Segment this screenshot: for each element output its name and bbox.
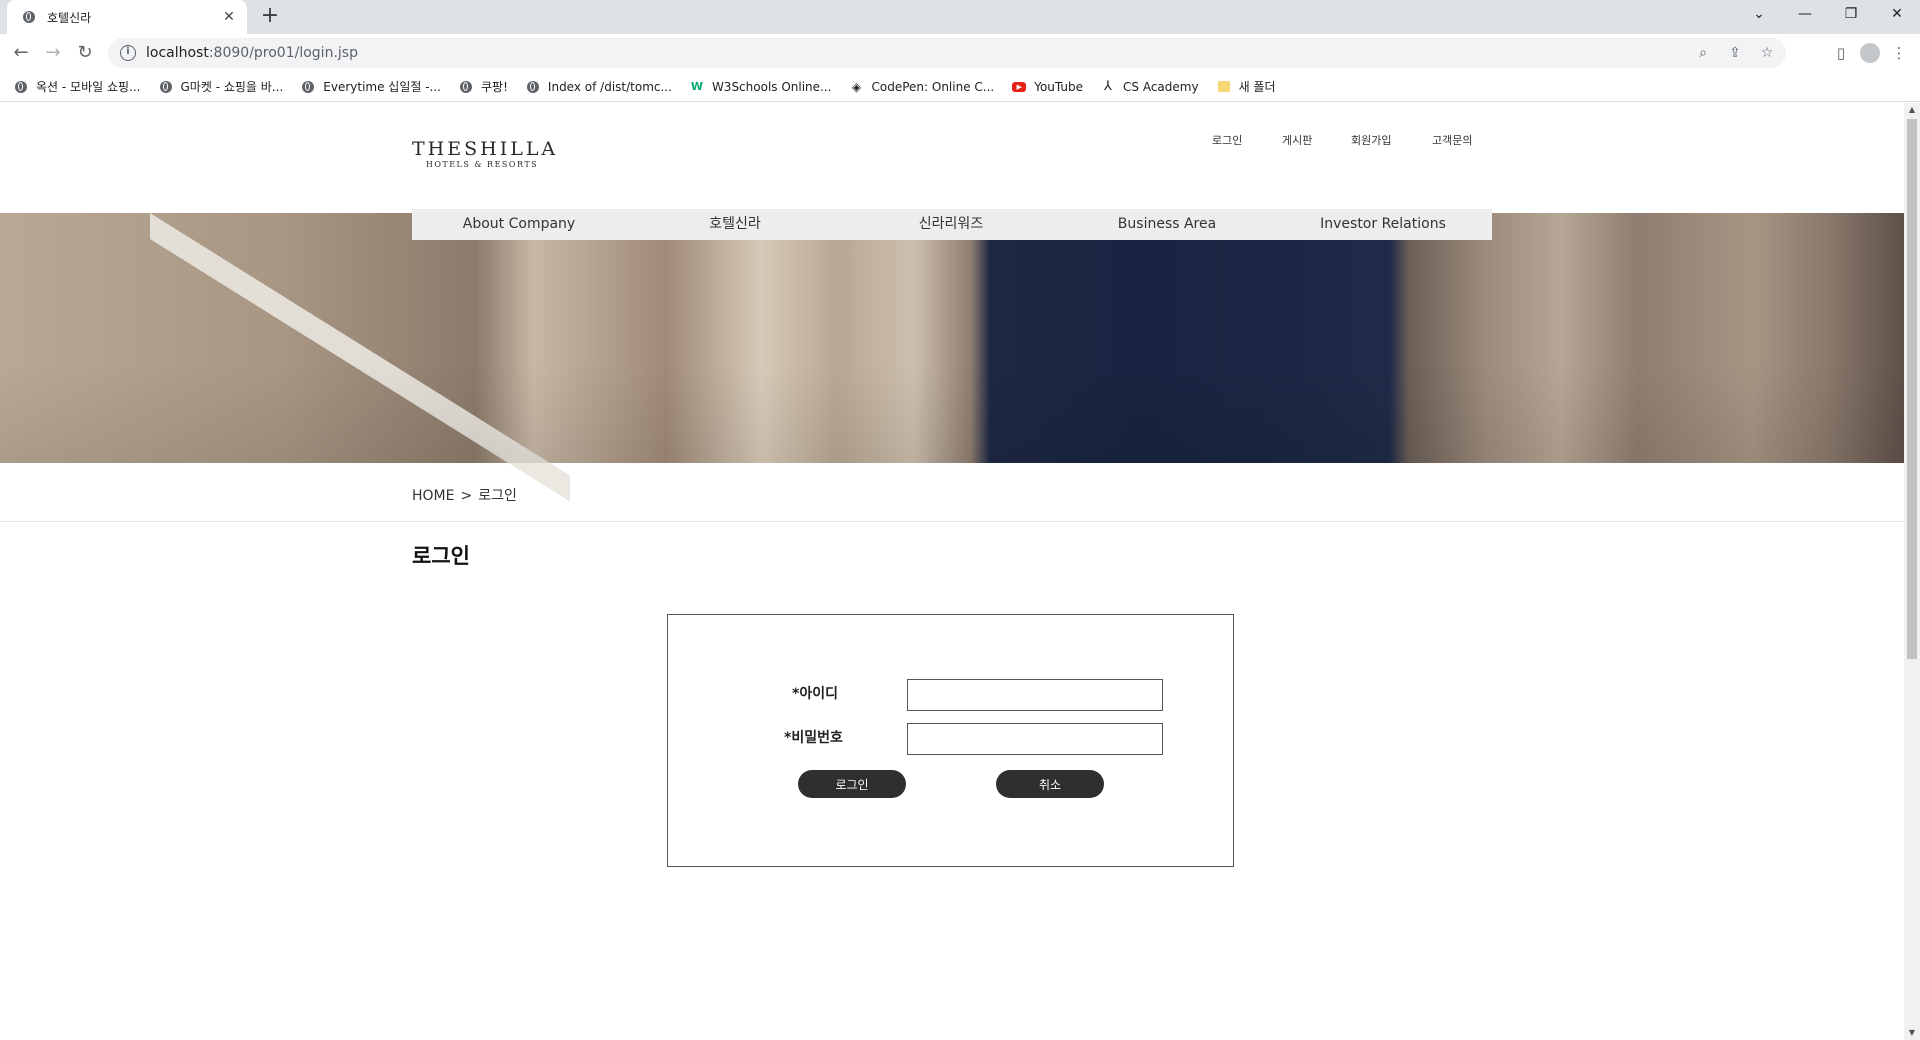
bookmarks-bar: 옥션 - 모바일 쇼핑... G마켓 - 쇼핑을 바... Everytime … [0,72,1920,102]
address-bar[interactable]: i localhost:8090/pro01/login.jsp ⌕ ⇪ ☆ [108,38,1786,68]
main-nav-investor-relations[interactable]: Investor Relations [1320,209,1446,240]
page-title: 로그인 [412,544,470,568]
hero-banner-image [0,213,1904,502]
login-form: *아이디 *비밀번호 로그인 취소 [667,614,1234,867]
bookmark-item[interactable]: 쿠팡! [459,78,508,95]
back-icon[interactable]: ← [9,41,33,65]
scroll-up-icon[interactable]: ▲ [1904,103,1920,117]
bookmark-item[interactable]: G마켓 - 쇼핑을 바... [159,78,283,95]
window-close-icon[interactable]: ✕ [1874,0,1920,30]
main-nav-hotel-shilla[interactable]: 호텔신라 [709,209,761,240]
bookmark-item[interactable]: Everytime 십일절 -... [301,78,441,95]
breadcrumb-separator: > [460,488,473,504]
bookmark-item[interactable]: ◈ CodePen: Online C... [850,79,994,94]
share-icon[interactable]: ⇪ [1726,44,1744,62]
bookmark-star-icon[interactable]: ☆ [1758,44,1776,62]
bookmark-item[interactable]: ▶ YouTube [1012,80,1083,94]
bookmark-item[interactable]: 옥션 - 모바일 쇼핑... [14,78,141,95]
main-nav-business-area[interactable]: Business Area [1118,209,1216,240]
new-tab-button[interactable]: + [258,5,282,29]
page-scrollbar[interactable]: ▲ ▼ [1904,103,1920,1040]
profile-avatar-icon[interactable] [1860,43,1880,63]
browser-toolbar: ← → ↻ i localhost:8090/pro01/login.jsp ⌕… [0,34,1920,72]
restore-icon[interactable]: ❐ [1828,0,1874,30]
util-nav-inquiry[interactable]: 고객문의 [1432,132,1472,148]
browser-tab[interactable]: 호텔신라 ✕ [7,0,247,34]
globe-icon [159,80,173,94]
page-viewport: THESHILLA HOTELS & RESORTS 로그인 게시판 회원가입 … [0,103,1904,1040]
id-input[interactable] [907,679,1163,711]
globe-icon [526,80,540,94]
cancel-button[interactable]: 취소 [996,770,1104,798]
util-nav-signup[interactable]: 회원가입 [1351,132,1391,148]
util-nav-login[interactable]: 로그인 [1212,132,1242,148]
minimize-icon[interactable]: — [1782,0,1828,30]
main-nav-shilla-rewards[interactable]: 신라리워즈 [919,209,983,240]
breadcrumb-home[interactable]: HOME [412,488,454,504]
breadcrumb-bar: HOME > 로그인 [0,463,1904,522]
login-button[interactable]: 로그인 [798,770,906,798]
folder-icon [1217,80,1231,94]
reload-icon[interactable]: ↻ [73,41,97,65]
side-panel-icon[interactable]: ▯ [1828,41,1854,65]
scroll-down-icon[interactable]: ▼ [1904,1026,1920,1040]
breadcrumb-current: 로그인 [478,488,517,504]
tab-search-icon[interactable]: ⌄ [1736,0,1782,30]
logo-tagline: HOTELS & RESORTS [425,160,539,169]
logo-wordmark: THESHILLA [412,138,559,160]
globe-icon [21,9,37,25]
youtube-icon: ▶ [1012,80,1027,94]
globe-icon [459,80,473,94]
id-label: *아이디 [792,686,838,702]
scrollbar-thumb[interactable] [1907,119,1917,659]
main-nav-about[interactable]: About Company [463,209,575,240]
password-label: *비밀번호 [784,730,843,746]
w3schools-icon: W [690,80,703,93]
close-tab-icon[interactable]: ✕ [221,9,237,25]
bookmark-item[interactable]: 새 폴더 [1217,78,1276,95]
password-input[interactable] [907,723,1163,755]
tab-title: 호텔신라 [47,10,92,25]
cs-academy-icon: ⅄ [1104,79,1112,94]
util-nav-board[interactable]: 게시판 [1282,132,1312,148]
menu-kebab-icon[interactable]: ⋮ [1886,41,1912,65]
zoom-icon[interactable]: ⌕ [1694,44,1712,62]
main-nav: About Company 호텔신라 신라리워즈 Business Area I… [412,209,1492,240]
site-logo[interactable]: THESHILLA HOTELS & RESORTS [412,138,559,180]
codepen-icon: ◈ [851,79,862,94]
browser-tab-bar: 호텔신라 ✕ + ⌄ — ❐ ✕ [0,0,1920,34]
address-url[interactable]: localhost:8090/pro01/login.jsp [146,45,358,61]
breadcrumb: HOME > 로그인 [412,485,517,505]
bookmark-item[interactable]: ⅄ CS Academy [1101,79,1199,94]
site-info-icon[interactable]: i [120,45,136,61]
bookmark-item[interactable]: W W3Schools Online... [690,80,832,94]
globe-icon [14,80,28,94]
forward-icon[interactable]: → [41,41,65,65]
globe-icon [301,80,315,94]
bookmark-item[interactable]: Index of /dist/tomc... [526,80,672,94]
